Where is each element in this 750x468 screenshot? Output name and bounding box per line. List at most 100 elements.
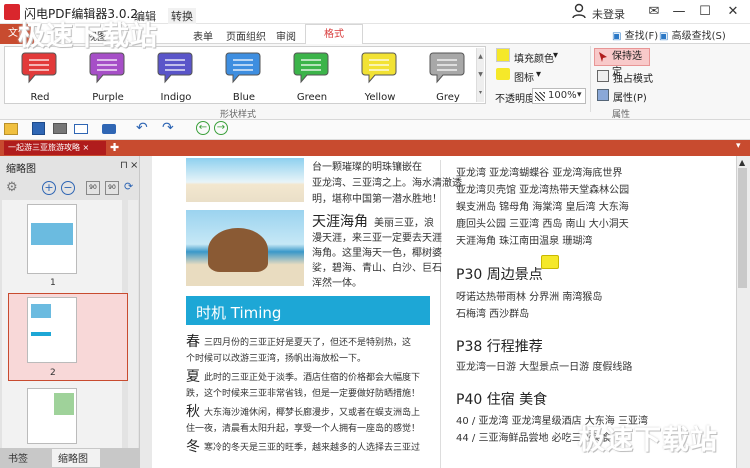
season-line-1: 三四月份的三亚正好是夏天了，但还不是特别热，这 xyxy=(204,338,412,348)
opacity-select[interactable]: 100% ▾ xyxy=(532,88,586,104)
panel-splitter[interactable] xyxy=(140,156,152,468)
tianya-heading: 天涯海角 xyxy=(312,214,368,230)
zoom-out-icon[interactable]: − xyxy=(61,181,75,195)
tab-page-organize[interactable]: 页面组织 xyxy=(226,28,266,43)
open-folder-icon[interactable] xyxy=(4,123,18,135)
swatch-label: Blue xyxy=(232,92,256,103)
thumbnail-settings-icon[interactable]: ⚙ xyxy=(6,180,18,195)
season-line-7: 寒冷的冬天是三亚的旺季，越来越多的人选择去三亚过 xyxy=(204,443,421,453)
swatch-yellow[interactable]: Yellow xyxy=(347,48,413,103)
season-winter-char: 冬 xyxy=(186,439,200,455)
exclusive-mode-button[interactable]: 独占模式 xyxy=(613,70,653,85)
season-spring-char: 春 xyxy=(186,334,200,350)
tab-thumbnails[interactable]: 缩略图 xyxy=(58,450,88,465)
document-tab[interactable]: 一起游三亚旅游攻略 × xyxy=(4,141,106,155)
season-line-3: 此时的三亚正处于淡季。酒店住宿的价格都会大幅度下 xyxy=(204,373,421,383)
tab-format[interactable]: 格式 xyxy=(305,24,363,45)
tianya-line-4: 娑，碧海、青山、白沙、巨石 xyxy=(312,263,442,274)
p30-line-1: 呀诺达热带雨林 分界洲 南湾猴岛 xyxy=(456,292,603,303)
panel-pin-icon[interactable]: ⊓ xyxy=(120,160,128,171)
comment-bubble-icon xyxy=(293,52,329,84)
comment-note-icon[interactable] xyxy=(541,255,559,269)
maximize-button[interactable]: ☐ xyxy=(694,2,716,22)
advanced-find-icon: ▣ xyxy=(659,31,669,42)
login-status[interactable]: 未登录 xyxy=(592,6,625,22)
minimize-button[interactable]: — xyxy=(668,2,690,22)
convert-mode-label[interactable]: 转换 xyxy=(168,8,196,24)
tab-review[interactable]: 审阅 xyxy=(276,28,296,43)
new-tab-icon[interactable]: ✚ xyxy=(110,141,119,154)
fill-color-dropdown-icon[interactable]: ▾ xyxy=(553,50,558,61)
swatch-grey[interactable]: Grey xyxy=(415,48,481,103)
attraction-line-5: 天涯海角 珠江南田温泉 珊瑚湾 xyxy=(456,236,593,247)
tianya-line-1: 美丽三亚，浪 xyxy=(374,218,434,229)
panel-close-icon[interactable]: × xyxy=(130,160,138,171)
undo-icon[interactable]: ↶ xyxy=(136,120,148,136)
fill-color-swatch[interactable] xyxy=(496,48,510,62)
scroll-thumb[interactable] xyxy=(738,168,747,288)
rotate-left-icon[interactable]: 90 xyxy=(86,181,100,195)
tab-list-icon[interactable]: ▾ xyxy=(736,141,741,151)
swatch-green[interactable]: Green xyxy=(279,48,345,103)
close-button[interactable]: ✕ xyxy=(722,2,744,22)
fill-color-button[interactable]: 填充颜色 xyxy=(514,50,554,65)
page-thumbnail-3[interactable] xyxy=(27,388,77,444)
season-autumn-char: 秋 xyxy=(186,404,200,420)
zoom-in-icon[interactable]: + xyxy=(42,181,56,195)
swatch-blue[interactable]: Blue xyxy=(211,48,277,103)
swatch-label: Grey xyxy=(436,92,460,103)
p30-heading: P30 周边景点 xyxy=(456,267,543,283)
page-thumbnail-1[interactable] xyxy=(27,204,77,274)
tab-bookmarks[interactable]: 书签 xyxy=(8,450,28,465)
refresh-icon[interactable]: ⟳ xyxy=(124,180,133,193)
swatch-indigo[interactable]: Indigo xyxy=(143,48,209,103)
comment-bubble-icon xyxy=(21,52,57,84)
find-label: 查找(F) xyxy=(624,31,659,42)
skin-icon[interactable]: ✉ xyxy=(643,2,665,22)
comment-bubble-icon xyxy=(429,52,465,84)
rotate-right-icon[interactable]: 90 xyxy=(105,181,119,195)
doc-left-top-line-3: 明，堪称中国第一潜水胜地！ xyxy=(312,194,442,205)
comment-icon[interactable] xyxy=(496,68,510,80)
advanced-find-label: 高级查找(S) xyxy=(671,31,726,42)
advanced-find-button[interactable]: ▣ 高级查找(S) xyxy=(659,27,726,42)
find-icon: ▣ xyxy=(612,31,622,42)
scroll-up-icon[interactable]: ▲ xyxy=(739,158,745,167)
swatch-label: Yellow xyxy=(364,92,396,103)
season-line-4: 跌，这个时候来三亚非常省钱，但是一定要做好防晒措施！ xyxy=(186,389,421,399)
properties-button[interactable]: 属性(P) xyxy=(613,89,647,104)
attraction-line-2: 亚龙湾贝壳馆 亚龙湾热带天堂森林公园 xyxy=(456,185,630,196)
tab-form[interactable]: 表单 xyxy=(193,28,213,43)
beach-photo xyxy=(186,158,304,202)
save-icon[interactable] xyxy=(32,122,45,135)
attraction-line-3: 蜈支洲岛 锦母角 海棠湾 皇后湾 大东海 xyxy=(456,202,629,213)
back-icon[interactable]: ← xyxy=(196,121,210,135)
thumbnail-image xyxy=(31,304,51,318)
tianya-line-2: 漫天涯，来三亚一定要去天涯 xyxy=(312,233,442,244)
watermark-bottom: 极速下载站 xyxy=(578,425,718,456)
p38-line: 亚龙湾一日游 大型景点一日游 度假线路 xyxy=(456,362,633,373)
thumbnail-scrollbar[interactable] xyxy=(128,200,138,448)
scanner-icon[interactable] xyxy=(102,124,116,134)
swatch-label: Green xyxy=(296,92,328,103)
thumbnail-panel-title: 缩略图 xyxy=(6,164,36,175)
swatch-red[interactable]: Red xyxy=(7,48,73,103)
user-icon[interactable] xyxy=(571,3,587,19)
doc-left-top-line-2: 亚龙湾、三亚湾之上。海水清澈透 xyxy=(312,178,462,189)
redo-icon[interactable]: ↷ xyxy=(162,120,174,136)
opacity-dropdown-icon: ▾ xyxy=(577,90,582,100)
swatch-purple[interactable]: Purple xyxy=(75,48,141,103)
page-thumbnail-2[interactable] xyxy=(27,297,77,363)
find-button[interactable]: ▣ 查找(F) xyxy=(612,27,658,42)
icon-dropdown-icon[interactable]: ▾ xyxy=(536,69,541,80)
season-line-6: 住一夜，清晨看太阳升起，享受一个人拥有一座岛的感觉！ xyxy=(186,424,421,434)
email-icon[interactable] xyxy=(74,124,88,134)
thumbnail-map xyxy=(54,393,74,415)
print-icon[interactable] xyxy=(53,123,67,134)
swatch-label: Red xyxy=(30,92,50,103)
forward-icon[interactable]: → xyxy=(214,121,228,135)
shape-style-group-label: 形状样式 xyxy=(220,110,257,120)
icon-button[interactable]: 图标 xyxy=(514,69,534,84)
close-tab-icon[interactable]: × xyxy=(83,143,90,152)
attraction-line-4: 鹿回头公园 三亚湾 西岛 南山 大小洞天 xyxy=(456,219,629,230)
